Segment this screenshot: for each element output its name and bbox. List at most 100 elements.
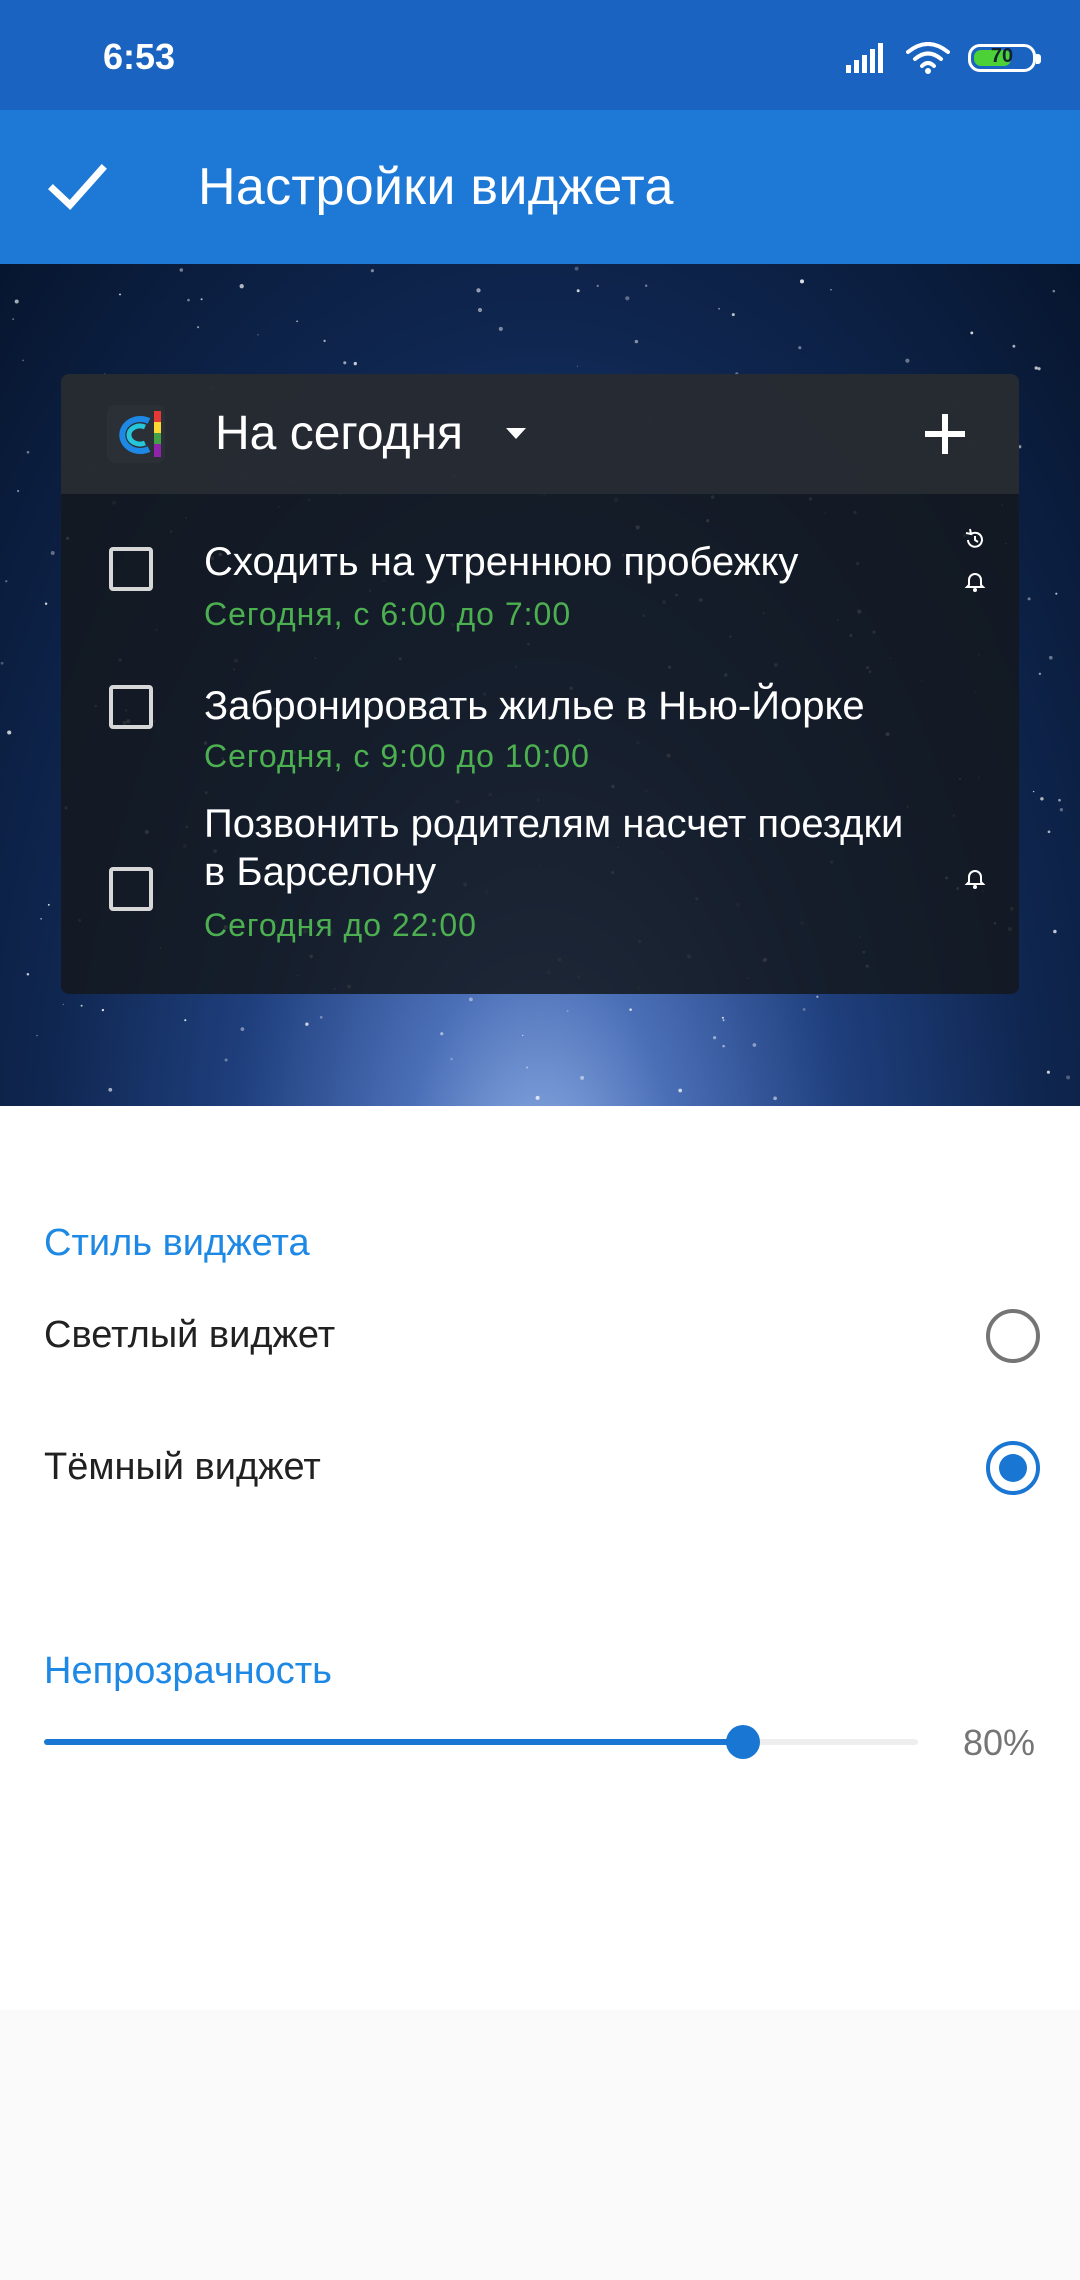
star (101, 1008, 105, 1012)
star (1037, 367, 1041, 371)
task-item[interactable]: Забронировать жилье в Нью-Йорке Сегодня,… (61, 636, 1019, 778)
light-widget-option[interactable]: Светлый виджет (0, 1276, 1080, 1396)
star (14, 299, 19, 304)
star (580, 1075, 585, 1080)
star (36, 1034, 38, 1037)
task-indicators (963, 866, 987, 895)
star (5, 579, 8, 583)
task-indicators (963, 528, 987, 598)
checkmark-icon (48, 164, 107, 211)
bell-icon (964, 573, 986, 592)
star (625, 296, 630, 301)
star (798, 346, 802, 350)
task-item[interactable]: Сходить на утреннюю пробежку Сегодня, с … (61, 494, 1019, 636)
star (257, 334, 259, 336)
star (440, 1032, 444, 1036)
star (905, 358, 910, 363)
star (476, 288, 481, 293)
dark-widget-radio[interactable] (986, 1441, 1040, 1495)
star (678, 1088, 683, 1093)
star (323, 339, 326, 343)
star (26, 450, 30, 454)
star (731, 313, 735, 317)
task-title-line2: в Барселону (204, 850, 437, 894)
star (1040, 797, 1044, 801)
widget-card: На сегодня Сходить на утреннюю пробежку … (61, 374, 1019, 994)
opacity-heading: Непрозрачность (44, 1650, 332, 1692)
star (1047, 830, 1051, 834)
star (477, 307, 483, 313)
star (576, 365, 579, 367)
star (970, 331, 974, 335)
star (574, 266, 579, 271)
star (179, 268, 184, 272)
star (713, 1036, 717, 1040)
star (830, 288, 832, 291)
star (200, 298, 203, 301)
light-widget-radio[interactable] (986, 1309, 1040, 1363)
star (498, 326, 503, 331)
star (1058, 798, 1061, 802)
star (0, 661, 4, 665)
star (522, 1034, 524, 1037)
star (645, 284, 648, 287)
status-time: 6:53 (103, 36, 176, 77)
star (752, 1043, 757, 1047)
dropdown-arrow-icon[interactable] (501, 424, 531, 444)
star (816, 995, 819, 998)
star (722, 1019, 725, 1022)
star (305, 1022, 309, 1026)
task-checkbox[interactable] (109, 685, 153, 729)
star (1052, 289, 1056, 293)
star (1038, 672, 1042, 676)
star (353, 361, 357, 366)
list-name[interactable]: На сегодня (215, 406, 463, 461)
task-title: Сходить на утреннюю пробежку (204, 540, 799, 584)
confirm-button[interactable] (48, 161, 108, 215)
battery-icon: 70 (968, 44, 1041, 72)
star (240, 1027, 245, 1031)
star (1059, 808, 1064, 812)
signal-icon (846, 43, 883, 73)
wifi-icon (906, 42, 950, 74)
star (12, 318, 14, 320)
star (1032, 790, 1035, 793)
star (526, 1066, 529, 1069)
star (22, 359, 24, 362)
task-checkbox[interactable] (109, 547, 153, 591)
star (370, 269, 374, 273)
star (596, 284, 599, 288)
widget-style-heading: Стиль виджета (44, 1222, 310, 1264)
repeat-icon (965, 528, 983, 548)
opacity-slider-thumb[interactable] (726, 1725, 761, 1759)
star (1034, 366, 1038, 370)
battery-tip (1036, 54, 1041, 64)
dark-widget-option[interactable]: Тёмный виджет (0, 1408, 1080, 1528)
star (239, 284, 244, 289)
star (468, 997, 473, 1002)
add-task-button[interactable] (923, 412, 967, 456)
app-logo-icon (107, 405, 165, 463)
task-title: Забронировать жилье в Нью-Йорке (204, 684, 865, 728)
status-bar: 6:53 70 (0, 0, 1080, 110)
star (119, 293, 121, 296)
dark-widget-label: Тёмный виджет (44, 1446, 321, 1488)
star (80, 1004, 83, 1007)
star (634, 339, 639, 344)
star (187, 298, 190, 302)
star (296, 320, 298, 323)
widget-header: На сегодня (61, 374, 1019, 494)
star (718, 307, 721, 310)
task-time: Сегодня, с 6:00 до 7:00 (204, 596, 572, 632)
opacity-value: 80% (963, 1722, 1036, 1763)
task-title-line1: Позвонить родителям насчет поездки (204, 802, 904, 846)
task-checkbox[interactable] (109, 867, 153, 911)
star (343, 361, 347, 365)
star (799, 279, 805, 284)
task-item[interactable]: Позвонить родителям насчет поездки в Бар… (61, 778, 1019, 994)
star (47, 903, 50, 906)
star (1012, 344, 1016, 348)
star (224, 1058, 228, 1062)
opacity-slider[interactable] (44, 1725, 918, 1759)
star (319, 1015, 323, 1019)
